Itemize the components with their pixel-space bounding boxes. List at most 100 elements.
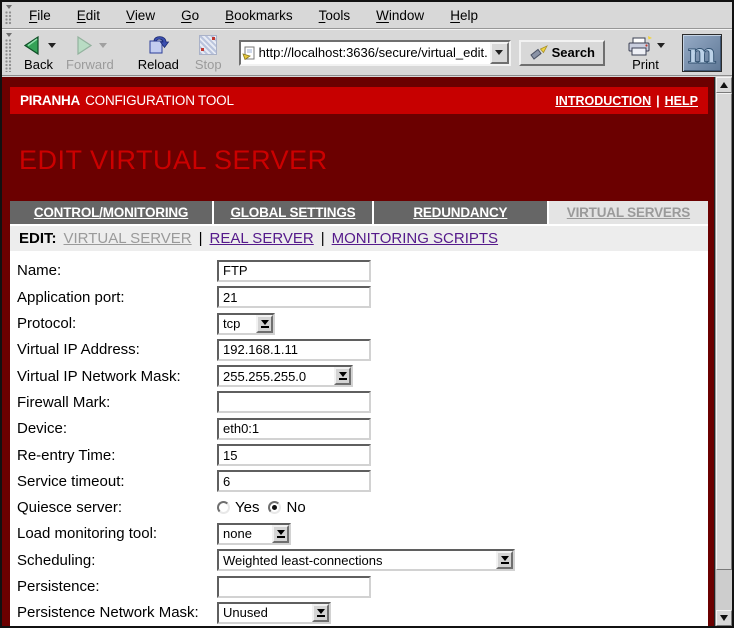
subnav-separator: | xyxy=(321,230,325,247)
tab-redundancy[interactable]: REDUNDANCY xyxy=(374,201,547,224)
menu-file[interactable]: File xyxy=(16,8,64,23)
arrow-down-icon xyxy=(720,615,728,621)
virtual-server-form: Name: Application port: Protocol: tcp xyxy=(10,251,708,626)
bookmark-icon[interactable] xyxy=(241,46,259,60)
protocol-label: Protocol: xyxy=(17,315,217,332)
virtual-ip-mask-value: 255.255.255.0 xyxy=(219,367,334,385)
mozilla-m-icon: m xyxy=(686,38,718,68)
url-input[interactable] xyxy=(259,45,490,60)
service-timeout-input[interactable] xyxy=(217,470,371,492)
load-monitoring-value: none xyxy=(219,525,272,543)
arrow-up-icon xyxy=(720,82,728,88)
dropdown-arrow-icon[interactable] xyxy=(334,367,351,385)
persistence-label: Persistence: xyxy=(17,578,217,595)
quiesce-yes-label: Yes xyxy=(235,499,259,516)
menu-view[interactable]: View xyxy=(113,8,168,23)
form-row: Virtual IP Address: xyxy=(17,337,708,363)
persistence-mask-select[interactable]: Unused xyxy=(217,602,331,624)
scrollbar-thumb[interactable] xyxy=(716,93,732,570)
reload-button[interactable]: Reload xyxy=(133,33,184,73)
browser-window: File Edit View Go Bookmarks Tools Window… xyxy=(0,0,734,628)
quiesce-no-radio[interactable] xyxy=(268,501,281,514)
grip-dots xyxy=(5,11,12,25)
edit-subnav: EDIT: VIRTUAL SERVER | REAL SERVER | MON… xyxy=(10,226,708,251)
persistence-input[interactable] xyxy=(217,576,371,598)
subnav-monitoring-scripts-link[interactable]: MONITORING SCRIPTS xyxy=(332,230,498,247)
back-button[interactable]: Back xyxy=(16,33,61,73)
reentry-time-input[interactable] xyxy=(217,444,371,466)
quiesce-server-label: Quiesce server: xyxy=(17,499,217,516)
search-button[interactable]: Search xyxy=(519,40,605,66)
mozilla-logo[interactable]: m xyxy=(682,34,722,72)
dropdown-arrow-icon[interactable] xyxy=(312,604,329,622)
form-row: Persistence Network Mask: Unused xyxy=(17,600,708,626)
firewall-mark-label: Firewall Mark: xyxy=(17,394,217,411)
service-timeout-label: Service timeout: xyxy=(17,473,217,490)
menu-bookmarks[interactable]: Bookmarks xyxy=(212,8,306,23)
menu-go[interactable]: Go xyxy=(168,8,212,23)
help-link[interactable]: HELP xyxy=(665,94,698,108)
persistence-mask-value: Unused xyxy=(219,604,312,622)
virtual-ip-mask-select[interactable]: 255.255.255.0 xyxy=(217,365,353,387)
tab-control-monitoring[interactable]: CONTROL/MONITORING xyxy=(10,201,212,224)
tab-bar: CONTROL/MONITORING GLOBAL SETTINGS REDUN… xyxy=(10,201,708,224)
printer-icon xyxy=(626,35,653,56)
print-label: Print xyxy=(632,57,659,72)
dropdown-arrow-icon[interactable] xyxy=(256,315,273,333)
vertical-scrollbar[interactable] xyxy=(715,77,732,626)
name-input[interactable] xyxy=(217,260,371,282)
url-dropdown-button[interactable] xyxy=(490,42,509,64)
introduction-link[interactable]: INTRODUCTION xyxy=(555,94,651,108)
forward-button: Forward xyxy=(61,33,119,73)
subnav-separator: | xyxy=(199,230,203,247)
load-monitoring-label: Load monitoring tool: xyxy=(17,525,217,542)
menubar-grip[interactable] xyxy=(3,3,14,27)
menu-edit[interactable]: Edit xyxy=(64,8,113,23)
svg-text:m: m xyxy=(688,39,717,68)
form-row: Firewall Mark: xyxy=(17,389,708,415)
dropdown-arrow-icon[interactable] xyxy=(272,525,289,543)
page-content: CONTROL/MONITORING GLOBAL SETTINGS REDUN… xyxy=(10,201,708,626)
print-dropdown-icon[interactable] xyxy=(657,43,665,48)
device-input[interactable] xyxy=(217,418,371,440)
subnav-virtual-server: VIRTUAL SERVER xyxy=(64,230,192,247)
quiesce-yes-radio[interactable] xyxy=(217,501,230,514)
scrollbar-trough[interactable] xyxy=(716,570,732,610)
url-bar xyxy=(239,40,511,66)
back-history-dropdown-icon[interactable] xyxy=(48,43,56,48)
name-label: Name: xyxy=(17,262,217,279)
form-row: Device: xyxy=(17,416,708,442)
back-label: Back xyxy=(24,57,53,72)
load-monitoring-select[interactable]: none xyxy=(217,523,291,545)
dropdown-arrow-icon[interactable] xyxy=(496,551,513,569)
form-row: Name: xyxy=(17,258,708,284)
forward-arrow-icon xyxy=(72,35,95,56)
print-button[interactable]: Print xyxy=(621,33,670,73)
subnav-real-server-link[interactable]: REAL SERVER xyxy=(210,230,314,247)
collapse-arrow-icon xyxy=(6,5,12,9)
collapse-arrow-icon xyxy=(6,33,12,37)
form-row: Service timeout: xyxy=(17,468,708,494)
application-port-input[interactable] xyxy=(217,286,371,308)
toolbar-grip[interactable] xyxy=(3,31,14,74)
firewall-mark-input[interactable] xyxy=(217,391,371,413)
form-row: Load monitoring tool: none xyxy=(17,521,708,547)
virtual-ip-input[interactable] xyxy=(217,339,371,361)
persistence-mask-label: Persistence Network Mask: xyxy=(17,604,217,621)
reentry-time-label: Re-entry Time: xyxy=(17,447,217,464)
tab-global-settings[interactable]: GLOBAL SETTINGS xyxy=(214,201,372,224)
menu-window[interactable]: Window xyxy=(363,8,437,23)
reload-icon xyxy=(146,34,170,56)
scheduling-select[interactable]: Weighted least-connections xyxy=(217,549,515,571)
menu-tools[interactable]: Tools xyxy=(306,8,364,23)
tab-virtual-servers[interactable]: VIRTUAL SERVERS xyxy=(549,201,708,224)
edit-prefix: EDIT: xyxy=(19,230,57,247)
piranha-header: PIRANHACONFIGURATION TOOL INTRODUCTION |… xyxy=(10,87,708,114)
brand-rest: CONFIGURATION TOOL xyxy=(85,93,234,108)
protocol-select[interactable]: tcp xyxy=(217,313,275,335)
scroll-down-button[interactable] xyxy=(716,610,732,626)
browser-content: PIRANHACONFIGURATION TOOL INTRODUCTION |… xyxy=(2,77,732,626)
virtual-ip-label: Virtual IP Address: xyxy=(17,341,217,358)
scroll-up-button[interactable] xyxy=(716,77,732,93)
menu-help[interactable]: Help xyxy=(437,8,491,23)
